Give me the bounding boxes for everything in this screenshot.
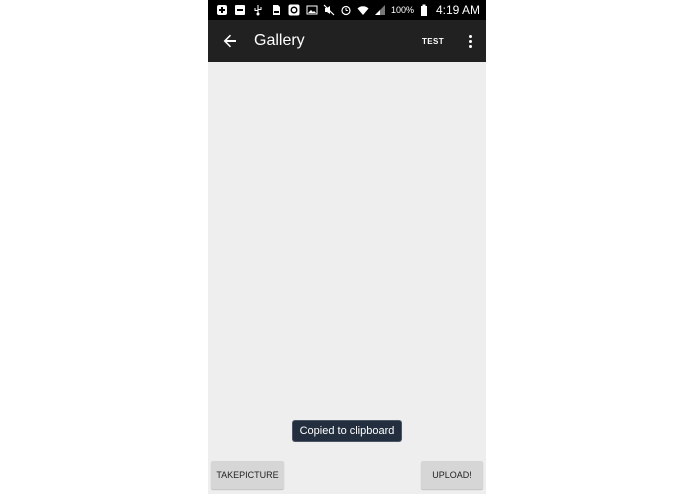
- more-vert-icon-dot: [468, 44, 472, 48]
- overflow-menu-button[interactable]: [460, 29, 480, 53]
- toast-message: Copied to clipboard: [293, 421, 401, 441]
- more-vert-icon-dot: [468, 34, 472, 38]
- mute-icon: [323, 4, 335, 16]
- add-box-icon: [216, 4, 228, 16]
- status-bar-notifications: [208, 4, 318, 16]
- battery-icon: [419, 4, 431, 16]
- alarm-icon: [340, 4, 352, 16]
- test-action-button[interactable]: TEST: [416, 33, 450, 50]
- signal-icon: [374, 4, 386, 16]
- toolbar-title: Gallery: [254, 32, 305, 49]
- phone-screen: 100% 4:19 AM Gallery TEST Copied to clip…: [208, 0, 486, 494]
- more-vert-icon-dot: [468, 39, 472, 43]
- minus-box-icon: [234, 4, 246, 16]
- sd-card-icon: [270, 4, 282, 16]
- battery-percent: 100%: [390, 5, 414, 15]
- status-bar-system: 100% 4:19 AM: [323, 3, 486, 17]
- usb-icon: [252, 4, 264, 16]
- back-button[interactable]: [218, 29, 242, 53]
- arrow-back-icon: [223, 34, 236, 48]
- app-toolbar: Gallery TEST: [208, 20, 486, 62]
- upload-button[interactable]: UPLOAD!: [421, 461, 483, 489]
- status-bar: 100% 4:19 AM: [208, 0, 486, 20]
- image-icon: [306, 4, 318, 16]
- s-app-icon: [288, 4, 300, 16]
- wifi-icon: [357, 4, 369, 16]
- status-clock: 4:19 AM: [435, 3, 480, 17]
- take-picture-button[interactable]: TAKEPICTURE: [211, 461, 284, 489]
